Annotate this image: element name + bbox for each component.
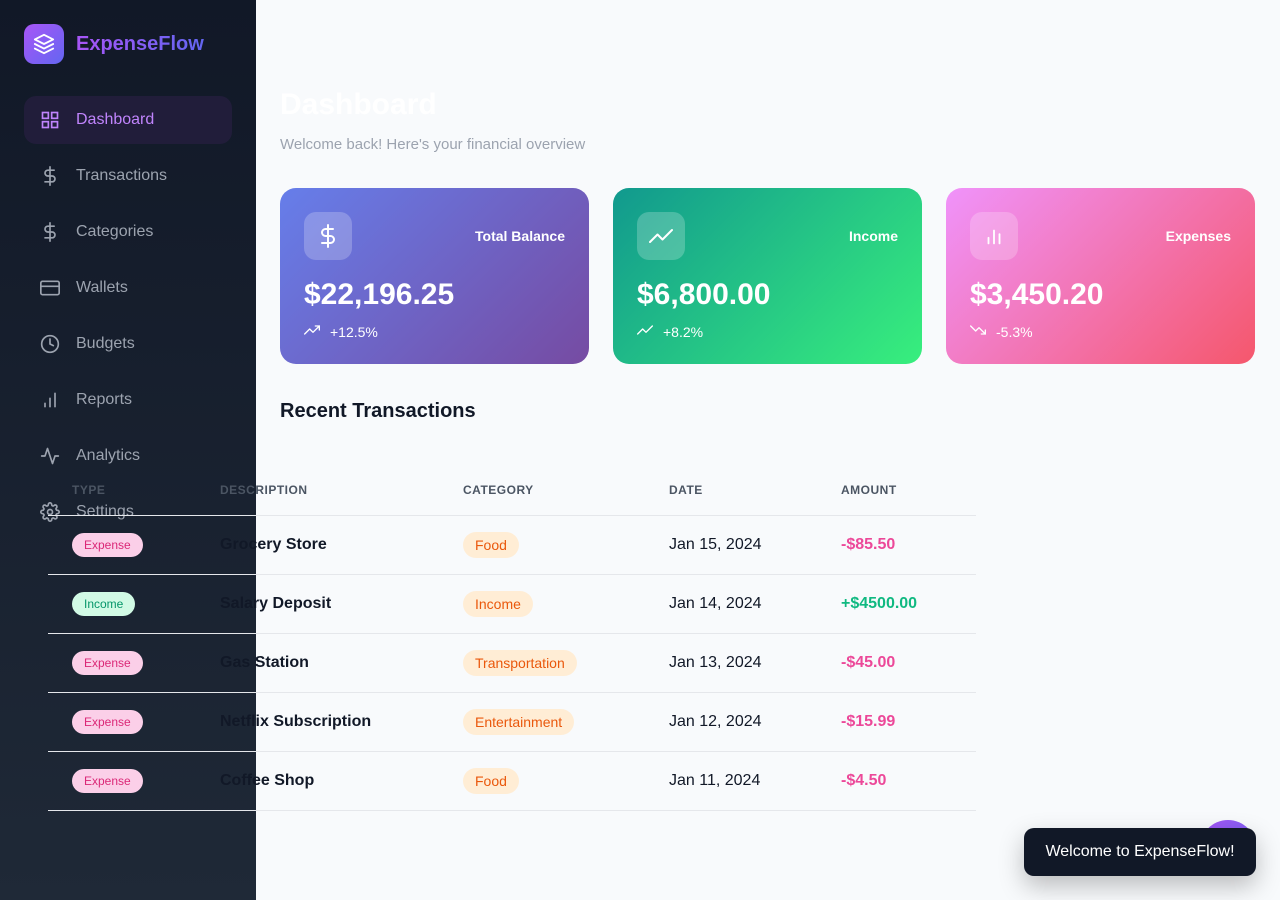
card-label: Expenses bbox=[1165, 228, 1231, 244]
transaction-date: Jan 15, 2024 bbox=[669, 515, 841, 575]
sidebar-item-budgets[interactable]: Budgets bbox=[24, 320, 232, 368]
table-row[interactable]: Expense Coffee Shop Food Jan 11, 2024 -$… bbox=[48, 751, 976, 811]
dollar-icon bbox=[40, 166, 60, 186]
table-row[interactable]: Expense Gas Station Transportation Jan 1… bbox=[48, 633, 976, 693]
brand[interactable]: ExpenseFlow bbox=[24, 24, 204, 64]
card-value: $6,800.00 bbox=[637, 278, 771, 311]
page-subtitle: Welcome back! Here's your financial over… bbox=[280, 136, 586, 153]
card-trend: -5.3% bbox=[970, 322, 1033, 341]
transaction-date: Jan 11, 2024 bbox=[669, 751, 841, 811]
toast-message: Welcome to ExpenseFlow! bbox=[1045, 843, 1235, 860]
table-row[interactable]: Expense Grocery Store Food Jan 15, 2024 … bbox=[48, 515, 976, 575]
type-badge: Income bbox=[72, 591, 136, 616]
column-header-category[interactable]: CATEGORY bbox=[463, 465, 669, 516]
card-trend-value: +12.5% bbox=[330, 323, 378, 340]
category-badge: Food bbox=[463, 531, 519, 558]
column-header-type[interactable]: TYPE bbox=[48, 465, 220, 516]
transaction-date: Jan 14, 2024 bbox=[669, 574, 841, 634]
activity-icon bbox=[40, 446, 60, 466]
trending-up-icon bbox=[637, 212, 685, 260]
sidebar-item-reports[interactable]: Reports bbox=[24, 376, 232, 424]
grid-icon bbox=[40, 110, 60, 130]
sidebar-item-dashboard[interactable]: Dashboard bbox=[24, 96, 232, 144]
bar-chart-icon bbox=[40, 390, 60, 410]
table-row[interactable]: Income Salary Deposit Income Jan 14, 202… bbox=[48, 574, 976, 634]
transaction-date: Jan 13, 2024 bbox=[669, 633, 841, 693]
type-badge: Expense bbox=[72, 709, 143, 734]
transaction-description: Grocery Store bbox=[220, 515, 463, 575]
type-badge: Expense bbox=[72, 532, 143, 557]
sidebar-item-categories[interactable]: Categories bbox=[24, 208, 232, 256]
table-row[interactable]: Expense Netflix Subscription Entertainme… bbox=[48, 692, 976, 752]
card-trend: +12.5% bbox=[304, 322, 378, 341]
column-header-date[interactable]: DATE bbox=[669, 465, 841, 516]
transaction-amount: -$4.50 bbox=[841, 771, 887, 789]
layers-icon bbox=[24, 24, 64, 64]
sidebar-item-label: Dashboard bbox=[76, 111, 155, 128]
clock-icon bbox=[40, 334, 60, 354]
type-badge: Expense bbox=[72, 768, 143, 793]
transaction-amount: -$15.99 bbox=[841, 712, 896, 730]
page-title: Dashboard bbox=[280, 88, 437, 121]
category-badge: Income bbox=[463, 590, 533, 617]
card-trend: +8.2% bbox=[637, 322, 703, 341]
category-badge: Transportation bbox=[463, 649, 577, 676]
table-header-row: TYPE DESCRIPTION CATEGORY DATE AMOUNT bbox=[48, 465, 976, 516]
summary-cards: Total Balance $22,196.25 +12.5% Income $… bbox=[280, 188, 1255, 364]
sidebar-item-transactions[interactable]: Transactions bbox=[24, 152, 232, 200]
card-value: $3,450.20 bbox=[970, 278, 1104, 311]
card-value: $22,196.25 bbox=[304, 278, 455, 311]
sidebar-item-label: Budgets bbox=[76, 335, 135, 352]
sidebar-item-label: Categories bbox=[76, 223, 154, 240]
transaction-amount: +$4500.00 bbox=[841, 594, 918, 612]
toast-notification[interactable]: Welcome to ExpenseFlow! bbox=[1024, 828, 1256, 876]
credit-card-icon bbox=[40, 278, 60, 298]
sidebar-item-label: Analytics bbox=[76, 447, 141, 464]
card-label: Income bbox=[848, 228, 898, 244]
transaction-description: Salary Deposit bbox=[220, 574, 463, 634]
transaction-description: Netflix Subscription bbox=[220, 692, 463, 752]
transactions-table: TYPE DESCRIPTION CATEGORY DATE AMOUNT Ex… bbox=[48, 465, 976, 811]
dollar-icon bbox=[40, 222, 60, 242]
transaction-description: Coffee Shop bbox=[220, 751, 463, 811]
income-card[interactable]: Income $6,800.00 +8.2% bbox=[613, 188, 922, 364]
total-balance-card[interactable]: Total Balance $22,196.25 +12.5% bbox=[280, 188, 589, 364]
sidebar-item-label: Transactions bbox=[76, 167, 167, 184]
type-badge: Expense bbox=[72, 650, 143, 675]
expenses-card[interactable]: Expenses $3,450.20 -5.3% bbox=[946, 188, 1255, 364]
sidebar-item-label: Wallets bbox=[76, 279, 128, 296]
dollar-icon bbox=[304, 212, 352, 260]
column-header-amount[interactable]: AMOUNT bbox=[841, 465, 976, 516]
card-label: Total Balance bbox=[475, 228, 565, 244]
transaction-amount: -$85.50 bbox=[841, 535, 896, 553]
trending-up-icon bbox=[304, 322, 320, 341]
category-badge: Food bbox=[463, 767, 519, 794]
trending-up-icon bbox=[637, 322, 653, 341]
card-trend-value: +8.2% bbox=[663, 323, 704, 340]
transaction-amount: -$45.00 bbox=[841, 653, 896, 671]
column-header-description[interactable]: DESCRIPTION bbox=[220, 465, 463, 516]
recent-transactions-title: Recent Transactions bbox=[280, 400, 476, 422]
sidebar-item-wallets[interactable]: Wallets bbox=[24, 264, 232, 312]
card-trend-value: -5.3% bbox=[996, 323, 1033, 340]
transaction-description: Gas Station bbox=[220, 633, 463, 693]
app-name: ExpenseFlow bbox=[76, 32, 204, 55]
transaction-date: Jan 12, 2024 bbox=[669, 692, 841, 752]
trending-down-icon bbox=[970, 322, 986, 341]
bar-chart-icon bbox=[970, 212, 1018, 260]
category-badge: Entertainment bbox=[463, 708, 575, 735]
sidebar-item-label: Reports bbox=[76, 391, 133, 408]
